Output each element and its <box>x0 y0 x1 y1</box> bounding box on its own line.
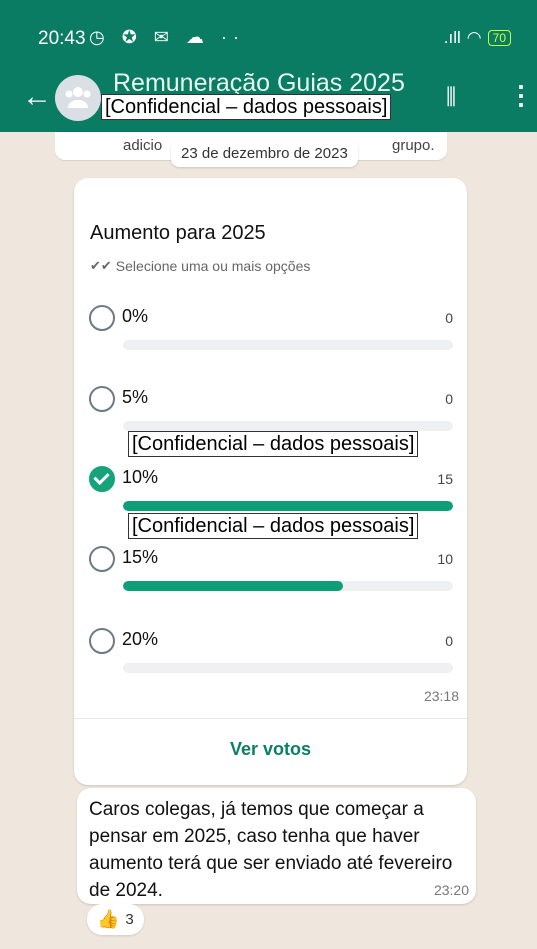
option-label: 15% <box>122 547 159 567</box>
reaction-count: 3 <box>125 911 134 928</box>
status-icons: .ıll ◠ 70 <box>444 28 511 48</box>
voice-call-icon[interactable]: ⫼ <box>446 84 456 110</box>
poll-option[interactable]: 5% 0 <box>89 386 453 436</box>
vote-count: 0 <box>445 310 453 326</box>
group-icon <box>65 87 91 108</box>
divider <box>74 718 467 719</box>
option-label: 10% <box>122 467 159 487</box>
vote-bar <box>123 663 453 673</box>
notification-icons: ◷ ✪ ✉ ☁ ·· <box>89 27 245 47</box>
poll-option[interactable]: 15% 10 <box>89 546 453 596</box>
radio-button[interactable] <box>89 386 115 412</box>
double-check-icon: ✔✔ <box>90 258 112 273</box>
poll-option[interactable]: 10% 15 <box>89 466 453 516</box>
wifi-icon: ◠ <box>466 28 482 47</box>
status-time: 20:43 <box>38 28 86 49</box>
signal-icon: .ıll <box>443 28 461 47</box>
message-bubble[interactable]: Caros colegas, já temos que começar a pe… <box>77 788 476 904</box>
chat-header: ← Remuneração Guias 2025 [Confidencial –… <box>0 69 537 132</box>
poll-subtitle: ✔✔ Selecione uma ou mais opções <box>90 258 310 274</box>
system-message-left: adicio <box>123 137 163 154</box>
vote-bar <box>123 501 453 511</box>
status-bar: 20:43 ◷ ✪ ✉ ☁ ·· .ıll ◠ 70 <box>0 0 537 74</box>
date-chip: 23 de dezembro de 2023 <box>171 140 358 167</box>
message-time: 23:20 <box>433 882 469 898</box>
thumbs-up-icon: 👍 <box>97 909 120 929</box>
group-avatar[interactable] <box>55 75 101 121</box>
option-label: 5% <box>122 387 149 407</box>
back-arrow-icon[interactable]: ← <box>22 80 52 114</box>
radio-button[interactable] <box>89 466 115 492</box>
message-text: Caros colegas, já temos que começar a pe… <box>89 799 453 901</box>
radio-button[interactable] <box>89 546 115 572</box>
battery-icon: 70 <box>487 30 511 46</box>
poll-option[interactable]: 0% 0 <box>89 305 453 355</box>
radio-button[interactable] <box>89 628 115 654</box>
option-label: 20% <box>122 629 159 649</box>
redacted-voters: [Confidencial – dados pessoais] <box>128 431 419 457</box>
poll-time: 23:18 <box>423 688 459 704</box>
vote-count: 15 <box>437 471 453 487</box>
see-votes-button[interactable]: Ver votos <box>74 739 467 760</box>
reaction-chip[interactable]: 👍 3 <box>87 904 144 935</box>
poll-subtitle-text: Selecione uma ou mais opções <box>115 258 311 274</box>
vote-bar <box>123 340 453 350</box>
option-label: 0% <box>122 306 149 326</box>
vote-bar-fill <box>123 581 344 591</box>
poll-title: Aumento para 2025 <box>90 222 266 244</box>
poll-option[interactable]: 20% 0 <box>89 628 453 678</box>
vote-count: 0 <box>445 391 453 407</box>
redacted-subtitle: [Confidencial – dados pessoais] <box>101 94 392 120</box>
vote-bar <box>123 581 453 591</box>
vote-bar <box>123 421 453 431</box>
vote-count: 10 <box>437 551 453 567</box>
system-message-right: grupo. <box>392 137 435 154</box>
vote-bar-fill <box>123 501 453 511</box>
vote-count: 0 <box>445 633 453 649</box>
more-options-icon[interactable]: ⋮ <box>508 80 534 111</box>
redacted-voters: [Confidencial – dados pessoais] <box>128 513 419 539</box>
poll-card: Aumento para 2025 ✔✔ Selecione uma ou ma… <box>74 178 467 785</box>
radio-button[interactable] <box>89 305 115 331</box>
